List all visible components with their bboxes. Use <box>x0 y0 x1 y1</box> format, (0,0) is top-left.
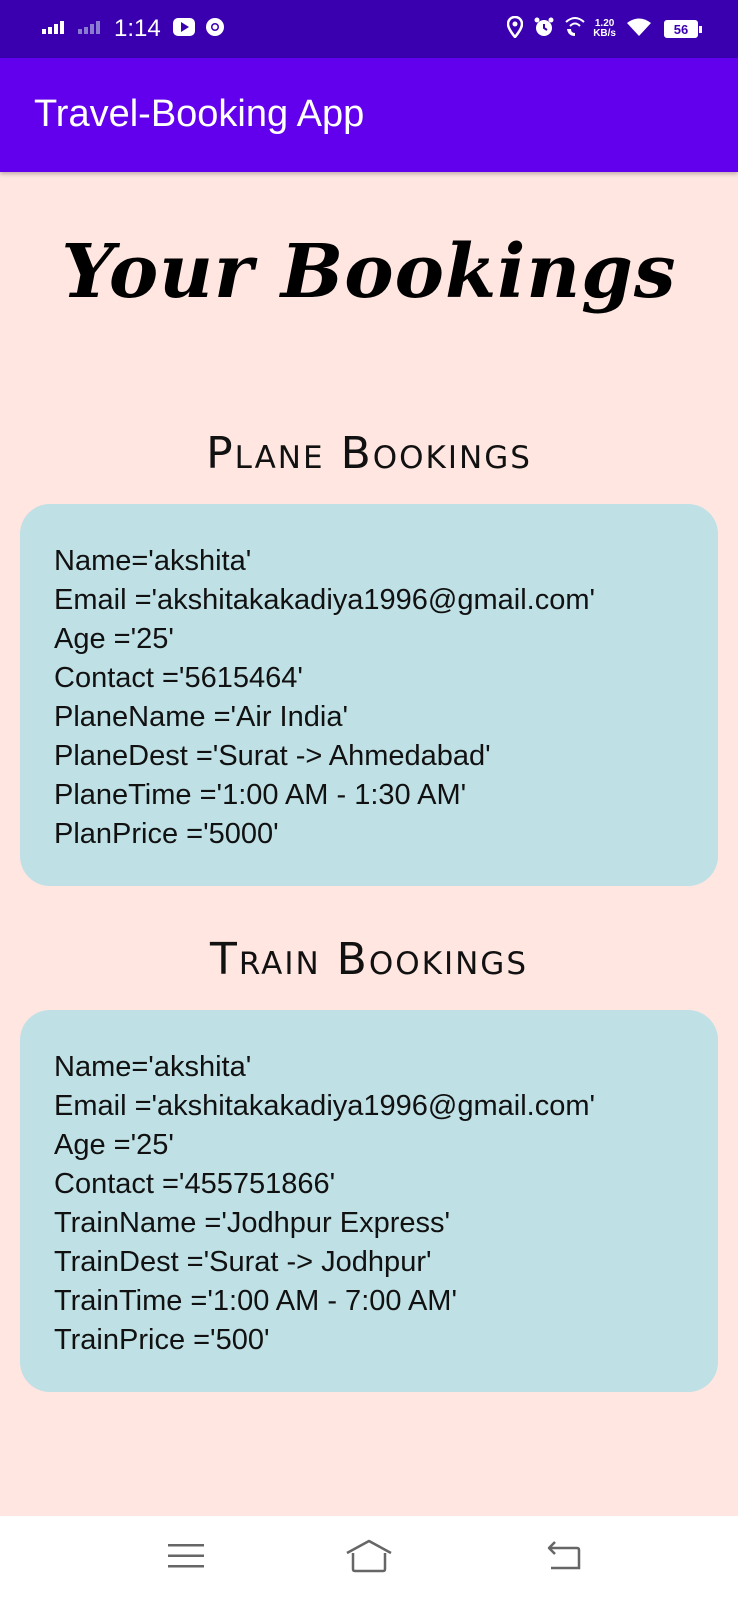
back-button[interactable] <box>534 1534 594 1582</box>
plane-planename-line: PlaneName ='Air India' <box>54 701 348 733</box>
network-speed-unit: KB/s <box>593 28 616 39</box>
status-bar-right: 1.20 KB/s 56 <box>506 14 702 44</box>
plane-dest-line: PlaneDest ='Surat -> Ahmedabad' <box>54 740 491 772</box>
status-bar: 1:14 1.20 KB/s 56 <box>0 0 738 58</box>
plane-age-line: Age ='25' <box>54 623 174 655</box>
system-nav-bar <box>0 1516 738 1600</box>
page-title: Your Bookings <box>61 229 677 315</box>
menu-button[interactable] <box>156 1534 216 1582</box>
home-icon <box>345 1539 393 1578</box>
train-time-line: TrainTime ='1:00 AM - 7:00 AM' <box>54 1285 457 1317</box>
train-name-line: Name='akshita' <box>54 1051 252 1083</box>
location-icon <box>506 15 524 43</box>
signal-icon <box>42 20 68 39</box>
plane-contact-line: Contact ='5615464' <box>54 662 303 694</box>
signal-weak-icon <box>78 20 104 39</box>
home-button[interactable] <box>339 1534 399 1582</box>
train-trainname-line: TrainName ='Jodhpur Express' <box>54 1207 451 1239</box>
alarm-icon <box>533 16 555 43</box>
app-title: Travel-Booking App <box>34 93 365 135</box>
back-icon <box>545 1540 583 1577</box>
train-age-line: Age ='25' <box>54 1129 174 1161</box>
battery-icon: 56 <box>664 20 702 38</box>
status-time: 1:14 <box>114 15 161 42</box>
menu-icon <box>168 1542 204 1575</box>
youtube-icon <box>172 17 195 42</box>
status-bar-left: 1:14 <box>42 14 225 44</box>
train-contact-line: Contact ='455751866' <box>54 1168 336 1200</box>
wifi-icon <box>626 17 652 42</box>
plane-email-line: Email ='akshitakakadiya1996@gmail.com' <box>54 584 596 616</box>
app-bar: Travel-Booking App <box>0 58 738 172</box>
wifi-calling-icon <box>563 16 587 43</box>
chrome-icon <box>205 17 225 42</box>
plane-price-line: PlanPrice ='5000' <box>54 818 279 850</box>
train-section-title: Train Bookings <box>209 934 529 985</box>
plane-section-title: Plane Bookings <box>206 428 532 479</box>
plane-booking-card: Name='akshita' Email ='akshitakakadiya19… <box>20 504 718 886</box>
network-speed: 1.20 KB/s <box>593 19 616 39</box>
plane-time-line: PlaneTime ='1:00 AM - 1:30 AM' <box>54 779 467 811</box>
train-booking-card: Name='akshita' Email ='akshitakakadiya19… <box>20 1010 718 1392</box>
train-price-line: TrainPrice ='500' <box>54 1324 270 1356</box>
train-dest-line: TrainDest ='Surat -> Jodhpur' <box>54 1246 432 1278</box>
plane-name-line: Name='akshita' <box>54 545 252 577</box>
train-email-line: Email ='akshitakakadiya1996@gmail.com' <box>54 1090 596 1122</box>
